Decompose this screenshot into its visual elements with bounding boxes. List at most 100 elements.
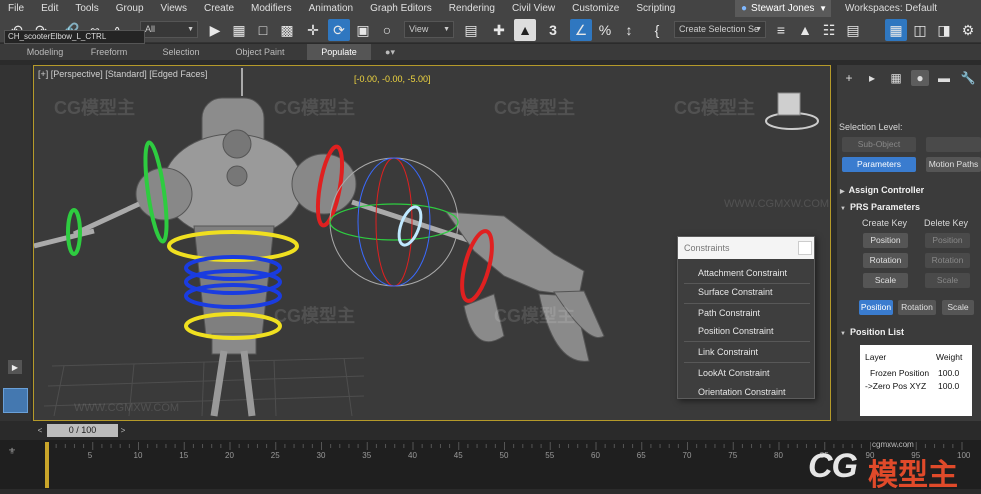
position-list-rollout[interactable]: ▼ Position List (840, 326, 981, 339)
viewport-layout-button[interactable] (3, 388, 28, 413)
move-icon[interactable]: ✛ (302, 19, 324, 41)
menu-item-orientation-constraint[interactable]: Orientation Constraint (698, 387, 786, 397)
menu-item-attachment-constraint[interactable]: Attachment Constraint (698, 268, 787, 278)
snaps-toggle-3d[interactable]: 3 (542, 19, 564, 41)
user-account-button[interactable]: ● Stewart Jones ▼ (735, 0, 831, 17)
motion-paths-button[interactable]: Motion Paths (926, 157, 981, 172)
sub-object-button[interactable]: Sub-Object (842, 137, 916, 152)
spinner-snap-icon[interactable]: ↕ (618, 19, 640, 41)
window-crossing-icon[interactable]: ▩ (276, 19, 298, 41)
select-manipulate-icon[interactable]: ✚ (488, 19, 510, 41)
menu-tools[interactable]: Tools (67, 0, 107, 17)
prs-rotation-tab[interactable]: Rotation (898, 300, 936, 315)
toggle-ribbon-icon[interactable]: ▤ (842, 19, 864, 41)
create-tab-icon[interactable]: + (840, 70, 858, 86)
tick-label: 65 (636, 451, 646, 460)
menu-animation[interactable]: Animation (301, 0, 362, 17)
transform-coordinates: [-0.00, -0.00, -5.00] (354, 74, 431, 84)
layer-explorer-icon[interactable]: ☷ (818, 19, 840, 41)
motion-tab-icon[interactable]: ● (911, 70, 929, 86)
pivot-center-icon[interactable]: ▤ (460, 19, 482, 41)
sub-object-right-button[interactable] (926, 137, 981, 152)
viewcube[interactable] (765, 92, 819, 130)
tab-object-paint[interactable]: Object Paint (228, 44, 292, 60)
delete-key-rotation-button[interactable]: Rotation (925, 253, 970, 268)
create-key-position-button[interactable]: Position (863, 233, 908, 248)
time-slider-track[interactable] (0, 421, 981, 440)
create-key-scale-button[interactable]: Scale (863, 273, 908, 288)
tab-populate[interactable]: Populate (307, 44, 371, 60)
menu-item-position-constraint[interactable]: Position Constraint (698, 326, 774, 336)
scale-icon[interactable]: ▣ (352, 19, 374, 41)
tab-freeform[interactable]: Freeform (84, 44, 134, 60)
select-by-name-icon[interactable]: ▦ (228, 19, 250, 41)
menu-modifiers[interactable]: Modifiers (243, 0, 301, 17)
menu-item-surface-constraint[interactable]: Surface Constraint (698, 287, 773, 297)
list-row-layer[interactable]: ->Zero Pos XYZ (865, 381, 926, 391)
modify-tab-icon[interactable]: ▸ (863, 70, 881, 86)
prs-scale-tab[interactable]: Scale (942, 300, 974, 315)
schematic-view-icon[interactable]: ◫ (909, 19, 931, 41)
logo-url: cgmxw.com (872, 440, 914, 449)
place-icon[interactable]: ○ (376, 19, 398, 41)
robot-model[interactable] (34, 68, 475, 417)
curve-editor-icon[interactable]: ▦ (885, 19, 907, 41)
selection-filter-value: All (145, 24, 156, 34)
menu-create[interactable]: Create (196, 0, 243, 17)
mirror-icon[interactable]: ≡ (770, 19, 792, 41)
material-editor-icon[interactable]: ◨ (933, 19, 955, 41)
constraints-menu-title: Constraints (684, 243, 730, 253)
assign-controller-rollout[interactable]: ▶ Assign Controller (840, 184, 981, 197)
selection-filter-dropdown[interactable]: All ▼ (140, 21, 198, 38)
rotate-icon[interactable]: ⟳ (328, 19, 350, 41)
menu-item-lookat-constraint[interactable]: LookAt Constraint (698, 368, 770, 378)
menu-edit[interactable]: Edit (33, 0, 67, 17)
utilities-tab-icon[interactable]: 🔧 (959, 70, 977, 86)
percent-snap-icon[interactable]: % (594, 19, 616, 41)
render-setup-icon[interactable]: ⚙ (957, 19, 979, 41)
display-tab-icon[interactable]: ▬ (935, 70, 953, 86)
menu-views[interactable]: Views (153, 0, 197, 17)
position-list-table[interactable]: Layer Weight Frozen Position 100.0 ->Zer… (860, 345, 972, 416)
viewport-label[interactable]: [+] [Perspective] [Standard] [Edged Face… (38, 69, 207, 79)
prs-position-tab[interactable]: Position (859, 300, 893, 315)
list-row-layer[interactable]: Frozen Position (870, 368, 929, 378)
menu-group[interactable]: Group (108, 0, 153, 17)
delete-key-position-button[interactable]: Position (925, 233, 970, 248)
robot-hand-model[interactable] (444, 211, 605, 362)
ribbon-options-icon[interactable]: ●▾ (378, 44, 402, 60)
reference-coordinate-dropdown[interactable]: View ▼ (404, 21, 454, 38)
parameters-button[interactable]: Parameters (842, 157, 916, 172)
keyboard-shortcut-override-icon[interactable]: ▲ (514, 19, 536, 41)
time-slider-thumb[interactable]: 0 / 100 (47, 424, 118, 437)
menu-graph-editors[interactable]: Graph Editors (362, 0, 441, 17)
time-slider-prev[interactable]: < (34, 424, 46, 437)
menu-civil-view[interactable]: Civil View (504, 0, 564, 17)
menu-rendering[interactable]: Rendering (441, 0, 504, 17)
object-name-field[interactable]: CH_scooterElbow_L_CTRL (4, 30, 145, 44)
prs-parameters-rollout[interactable]: ▼ PRS Parameters (840, 201, 981, 214)
hierarchy-tab-icon[interactable]: ▦ (887, 70, 905, 86)
close-icon[interactable] (798, 241, 812, 255)
angle-snap-icon[interactable]: ∠ (570, 19, 592, 41)
tab-selection[interactable]: Selection (156, 44, 206, 60)
playhead[interactable] (45, 442, 49, 488)
select-object-icon[interactable]: ▶ (204, 19, 226, 41)
edit-named-selection-icon[interactable]: { (646, 19, 668, 41)
time-slider-next[interactable]: > (119, 424, 127, 437)
tick-label: 55 (545, 451, 555, 460)
create-key-rotation-button[interactable]: Rotation (863, 253, 908, 268)
menu-customize[interactable]: Customize (564, 0, 628, 17)
align-icon[interactable]: ▲ (794, 19, 816, 41)
key-filter-icon[interactable]: ⚜ (8, 446, 16, 457)
menu-scripting[interactable]: Scripting (628, 0, 684, 17)
delete-key-scale-button[interactable]: Scale (925, 273, 970, 288)
tab-modeling[interactable]: Modeling (20, 44, 70, 60)
expand-arrow-icon[interactable]: ▶ (8, 360, 22, 374)
menu-item-path-constraint[interactable]: Path Constraint (698, 308, 760, 318)
named-selection-dropdown[interactable]: Create Selection Se ▼ (674, 21, 766, 38)
workspaces-selector[interactable]: Workspaces: Default (845, 0, 937, 17)
menu-file[interactable]: File (0, 0, 33, 17)
rect-selection-icon[interactable]: □ (252, 19, 274, 41)
menu-item-link-constraint[interactable]: Link Constraint (698, 347, 758, 357)
